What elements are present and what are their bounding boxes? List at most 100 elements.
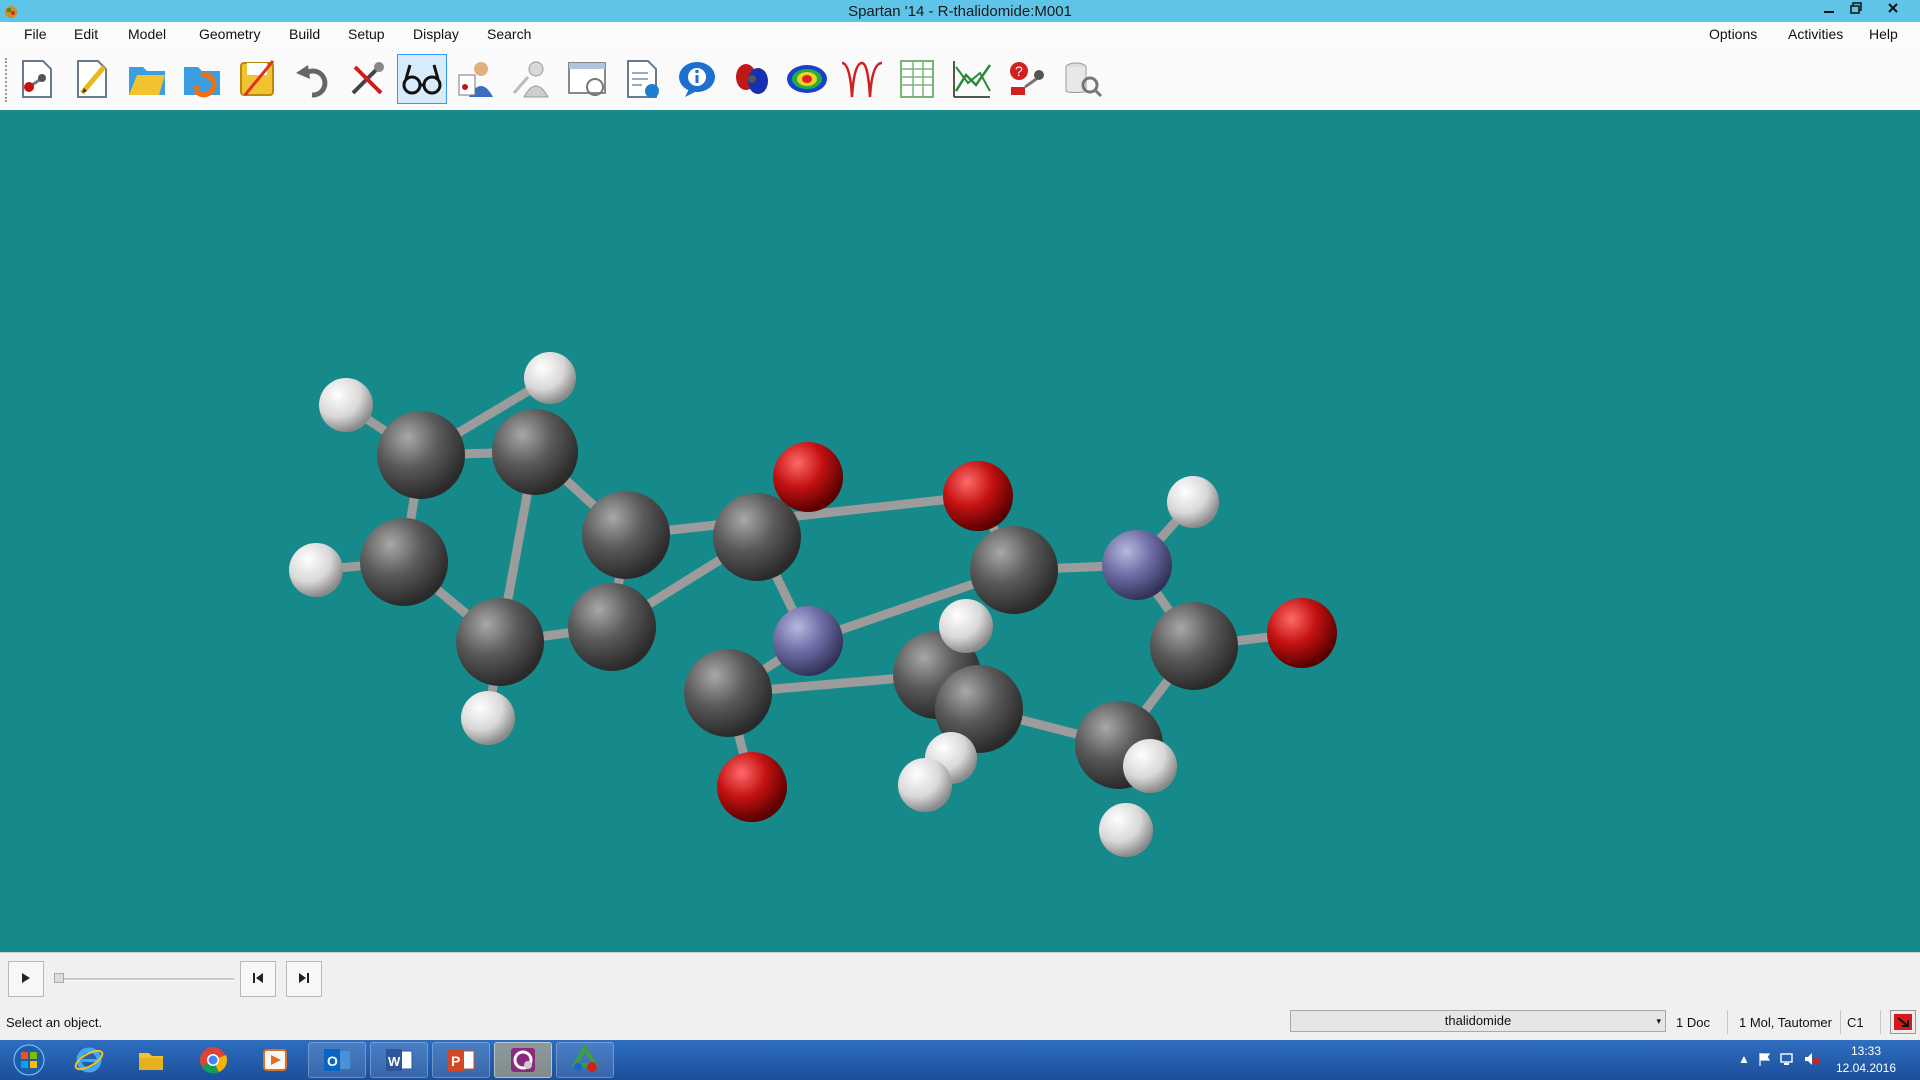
new-sketch-button[interactable] — [67, 54, 117, 104]
hydrogen-atom[interactable] — [898, 758, 952, 812]
properties-button[interactable] — [672, 54, 722, 104]
tray-expand-icon[interactable]: ▲ — [1738, 1052, 1750, 1066]
word-icon: W — [386, 1049, 413, 1071]
menu-options[interactable]: Options — [1709, 26, 1757, 42]
spreadsheet-button[interactable] — [892, 54, 942, 104]
hydrogen-atom[interactable] — [1167, 476, 1219, 528]
oxygen-atom[interactable] — [943, 461, 1013, 531]
plots-icon — [953, 61, 992, 98]
window-title: Spartan '14 - R-thalidomide:M001 — [848, 3, 1072, 20]
menu-model[interactable]: Model — [128, 26, 166, 42]
carbon-atom[interactable] — [1150, 602, 1238, 690]
carbon-atom[interactable] — [582, 491, 670, 579]
hydrogen-atom[interactable] — [461, 691, 515, 745]
action-center-flag-icon[interactable] — [1758, 1052, 1772, 1066]
hydrogen-atom[interactable] — [289, 543, 343, 597]
carbon-atom[interactable] — [360, 518, 448, 606]
menu-activities[interactable]: Activities — [1788, 26, 1843, 42]
close-button[interactable] — [1872, 0, 1914, 19]
taskbar-word[interactable]: W — [370, 1042, 428, 1078]
taskbar-clock[interactable]: 13:33 12.04.2016 — [1826, 1043, 1906, 1077]
taskbar-outlook[interactable]: O — [308, 1042, 366, 1078]
oxygen-atom[interactable] — [773, 442, 843, 512]
monitor-button[interactable] — [507, 54, 557, 104]
hydrogen-atom[interactable] — [1099, 803, 1153, 857]
volume-muted-icon[interactable] — [1804, 1052, 1820, 1066]
new-build-button[interactable] — [12, 54, 62, 104]
new-sketch-icon — [77, 60, 107, 98]
undo-button[interactable] — [287, 54, 337, 104]
carbon-atom[interactable] — [568, 583, 656, 671]
menu-search[interactable]: Search — [487, 26, 531, 42]
open-button[interactable] — [122, 54, 172, 104]
hydrogen-atom[interactable] — [939, 599, 993, 653]
restore-button[interactable] — [1843, 0, 1869, 19]
toolbar-grip[interactable] — [5, 58, 10, 102]
surfaces-window-icon — [568, 62, 606, 96]
plots-button[interactable] — [947, 54, 997, 104]
menu-display[interactable]: Display — [413, 26, 459, 42]
nitrogen-atom[interactable] — [773, 606, 843, 676]
carbon-atom[interactable] — [713, 493, 801, 581]
menu-help[interactable]: Help — [1869, 26, 1898, 42]
taskbar-spartan[interactable] — [494, 1042, 552, 1078]
menu-edit[interactable]: Edit — [74, 26, 98, 42]
potential-map-button[interactable] — [782, 54, 832, 104]
taskbar-media-player[interactable] — [246, 1042, 304, 1078]
spartan-icon — [511, 1048, 535, 1072]
reactions-button[interactable]: ? — [1002, 54, 1052, 104]
svg-text:P: P — [451, 1053, 460, 1069]
thalidomide-model[interactable] — [0, 110, 1920, 952]
minimize-icon — [1824, 11, 1834, 13]
view-button[interactable] — [397, 54, 447, 104]
database-search-button[interactable] — [1057, 54, 1107, 104]
orbitals-button[interactable] — [727, 54, 777, 104]
title-bar: Spartan '14 - R-thalidomide:M001 — [0, 0, 1920, 22]
carbon-atom[interactable] — [970, 526, 1058, 614]
taskbar-powerpoint[interactable]: P — [432, 1042, 490, 1078]
carbon-atom[interactable] — [456, 598, 544, 686]
animation-slider-thumb[interactable] — [54, 973, 64, 983]
oxygen-atom[interactable] — [717, 752, 787, 822]
spectra-icon — [841, 61, 883, 98]
stop-button[interactable] — [1890, 1010, 1916, 1034]
carbon-atom[interactable] — [377, 411, 465, 499]
menu-build[interactable]: Build — [289, 26, 320, 42]
internet-explorer-icon — [74, 1047, 104, 1073]
menu-geometry[interactable]: Geometry — [199, 26, 260, 42]
nitrogen-atom[interactable] — [1102, 530, 1172, 600]
carbon-atom[interactable] — [684, 649, 772, 737]
molecule-info: 1 Mol, Tautomer — [1739, 1015, 1832, 1030]
taskbar-chrome[interactable] — [184, 1042, 242, 1078]
taskbar-ie[interactable] — [60, 1042, 118, 1078]
taskbar-explorer[interactable] — [122, 1042, 180, 1078]
carbon-atom[interactable] — [492, 409, 578, 495]
output-button[interactable] — [617, 54, 667, 104]
new-build-icon — [22, 60, 52, 98]
status-divider — [1840, 1010, 1841, 1034]
taskbar-recycle-app[interactable] — [556, 1042, 614, 1078]
oxygen-atom[interactable] — [1267, 598, 1337, 668]
molecule-selector[interactable]: thalidomide ▾ — [1290, 1010, 1666, 1032]
step-forward-button[interactable] — [286, 961, 322, 997]
hydrogen-atom[interactable] — [1123, 739, 1177, 793]
step-back-button[interactable] — [240, 961, 276, 997]
save-button[interactable] — [232, 54, 282, 104]
surfaces-window-button[interactable] — [562, 54, 612, 104]
menu-file[interactable]: File — [24, 26, 47, 42]
calculations-button[interactable] — [452, 54, 502, 104]
animation-slider-track[interactable] — [54, 978, 234, 981]
spectra-button[interactable] — [837, 54, 887, 104]
properties-info-icon — [679, 62, 715, 97]
network-icon[interactable] — [1780, 1052, 1794, 1066]
minimize-button[interactable] — [1816, 0, 1842, 19]
hydrogen-atom[interactable] — [524, 352, 576, 404]
build-tools-button[interactable] — [342, 54, 392, 104]
play-button[interactable] — [8, 961, 44, 997]
start-button[interactable] — [0, 1042, 58, 1078]
red-arrow-icon — [1894, 1014, 1912, 1030]
menu-setup[interactable]: Setup — [348, 26, 385, 42]
open-recent-button[interactable] — [177, 54, 227, 104]
hydrogen-atom[interactable] — [319, 378, 373, 432]
molecule-canvas[interactable] — [0, 110, 1920, 952]
